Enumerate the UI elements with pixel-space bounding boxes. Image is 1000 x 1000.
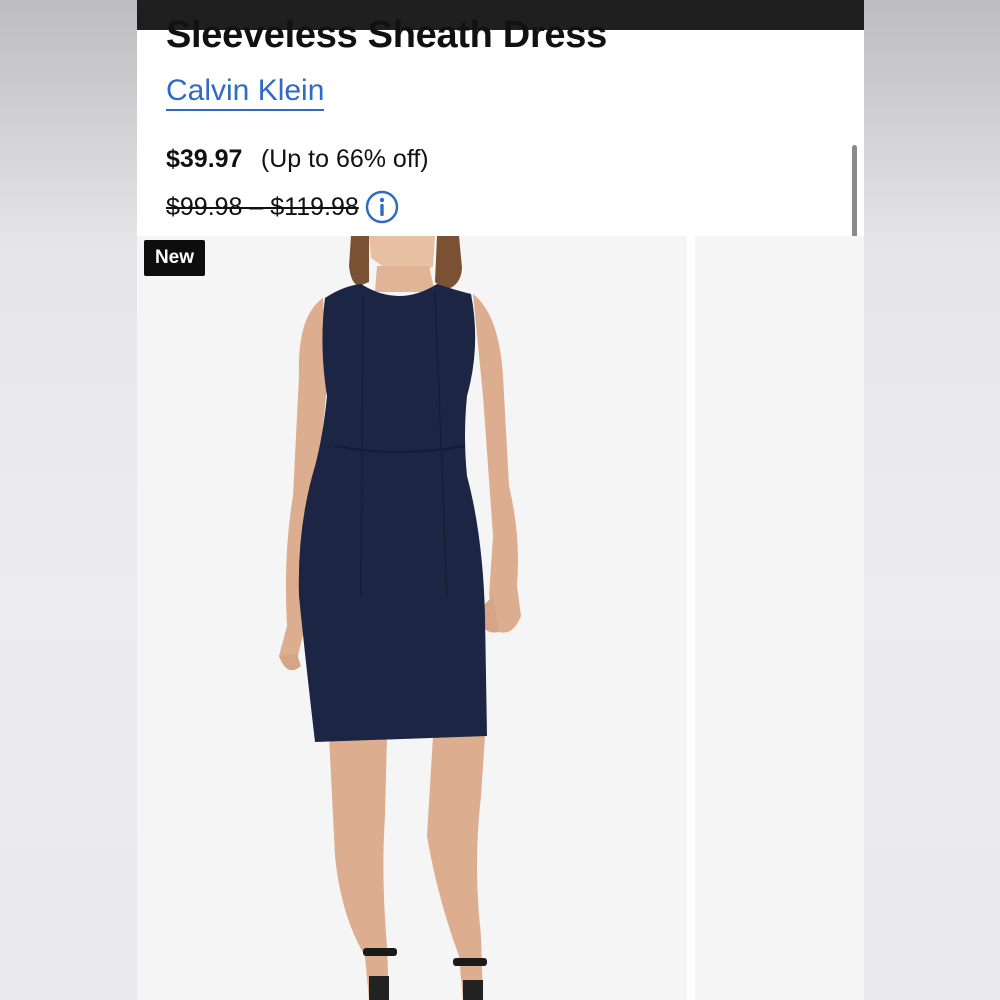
next-product-image[interactable] bbox=[695, 236, 864, 1000]
right-backdrop bbox=[864, 0, 1000, 1000]
price-row: $39.97 (Up to 66% off) bbox=[166, 145, 429, 174]
discount-text: (Up to 66% off) bbox=[260, 145, 429, 173]
sale-price: $39.97 bbox=[166, 145, 243, 173]
left-backdrop bbox=[0, 0, 137, 1000]
original-price: $99.98 – $119.98 bbox=[166, 192, 359, 221]
product-image[interactable]: New bbox=[137, 236, 687, 1000]
image-gallery[interactable]: New bbox=[137, 236, 864, 1000]
original-price-row: $99.98 – $119.98 bbox=[166, 190, 399, 224]
brand-link[interactable]: Calvin Klein bbox=[166, 74, 325, 111]
model-illustration bbox=[279, 236, 521, 1000]
product-title: Sleeveless Sheath Dress bbox=[166, 14, 607, 56]
new-badge: New bbox=[144, 240, 205, 276]
phone-screen: Sleeveless Sheath Dress Calvin Klein $39… bbox=[137, 0, 864, 1000]
info-icon[interactable] bbox=[365, 190, 399, 224]
